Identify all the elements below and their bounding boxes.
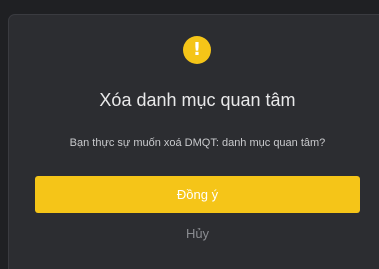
warning-icon: ! <box>183 36 211 64</box>
confirm-button[interactable]: Đồng ý <box>35 176 360 213</box>
warning-glyph: ! <box>192 39 202 60</box>
dialog-title: Xóa danh mục quan tâm <box>99 90 296 110</box>
dialog-message: Bạn thực sự muốn xoá DMQT: danh mục quan… <box>69 137 326 149</box>
cancel-button[interactable]: Hủy <box>35 223 360 245</box>
